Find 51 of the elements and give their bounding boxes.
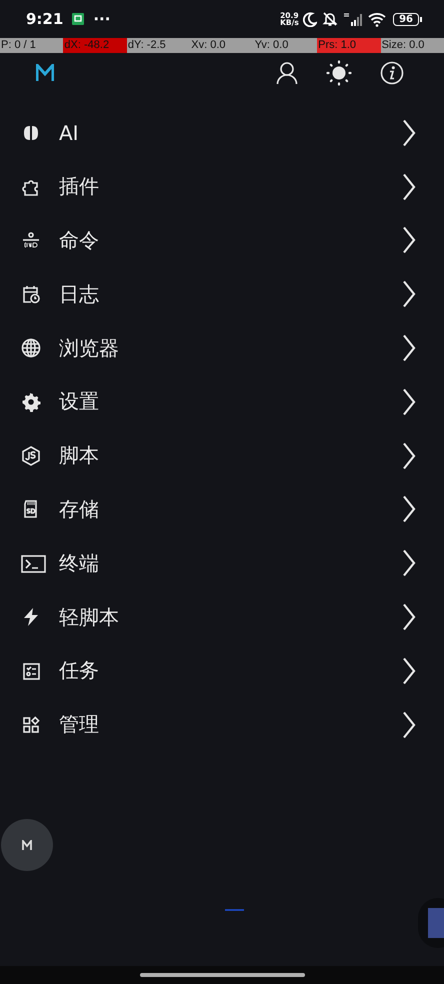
checklist-icon [21, 660, 41, 681]
chevron-right-icon [402, 710, 416, 739]
chevron-right-icon [402, 495, 416, 524]
battery-level: 96 [393, 12, 419, 26]
gear-icon [21, 392, 41, 412]
apps-icon [21, 714, 41, 735]
chevron-right-icon [402, 118, 416, 147]
chevron-right-icon [402, 388, 416, 416]
pointer-value: Prs: 1.0 [317, 38, 381, 53]
globe-icon [21, 338, 41, 358]
clock: 9:21 [26, 10, 64, 28]
floating-menu-button[interactable] [1, 819, 53, 871]
info-icon[interactable] [380, 60, 404, 84]
menu-item[interactable]: 轻脚本 [0, 590, 444, 644]
notification-icon [72, 13, 84, 25]
chevron-right-icon [402, 549, 416, 578]
muted-bell-icon [322, 11, 338, 27]
chevron-right-icon [402, 656, 416, 685]
user-icon[interactable] [276, 60, 298, 84]
menu-item[interactable]: AI [0, 106, 444, 160]
terminal-icon [21, 553, 46, 574]
logo-icon [22, 840, 32, 850]
wifi-icon [368, 12, 388, 26]
pointer-value: dX: -48.2 [63, 38, 127, 53]
more-notifications: ··· [93, 10, 110, 28]
chevron-right-icon [402, 280, 416, 308]
menu-item[interactable]: 日志 [0, 267, 444, 322]
chevron-right-icon [402, 334, 416, 362]
brightness-icon[interactable] [326, 60, 352, 86]
menu-item[interactable]: 浏览器 [0, 321, 444, 375]
menu-item[interactable]: 终端 [0, 536, 444, 590]
chevron-right-icon [402, 603, 416, 632]
js-hexagon-icon [21, 446, 41, 466]
calendar-clock-icon [21, 284, 41, 304]
chevron-right-icon [402, 442, 416, 470]
lightning-icon [21, 607, 41, 628]
menu-item[interactable]: 插件 [0, 160, 444, 214]
menu-item[interactable]: 任务 [0, 644, 444, 698]
chevron-right-icon [402, 226, 416, 254]
menu-item[interactable]: 设置 [0, 374, 444, 429]
logo-icon [36, 64, 54, 82]
pointer-value: P: 0 / 1 [0, 38, 64, 53]
signal-icon [343, 12, 364, 26]
chevron-right-icon [402, 172, 416, 201]
menu-item[interactable]: 管理 [0, 698, 444, 752]
menu-item[interactable]: 存储 [0, 482, 444, 536]
command-icon [21, 230, 41, 250]
menu-item[interactable]: 脚本 [0, 428, 444, 483]
menu-item[interactable]: 命令 [0, 214, 444, 268]
progress-mark [225, 909, 244, 912]
moon-icon [303, 12, 318, 26]
